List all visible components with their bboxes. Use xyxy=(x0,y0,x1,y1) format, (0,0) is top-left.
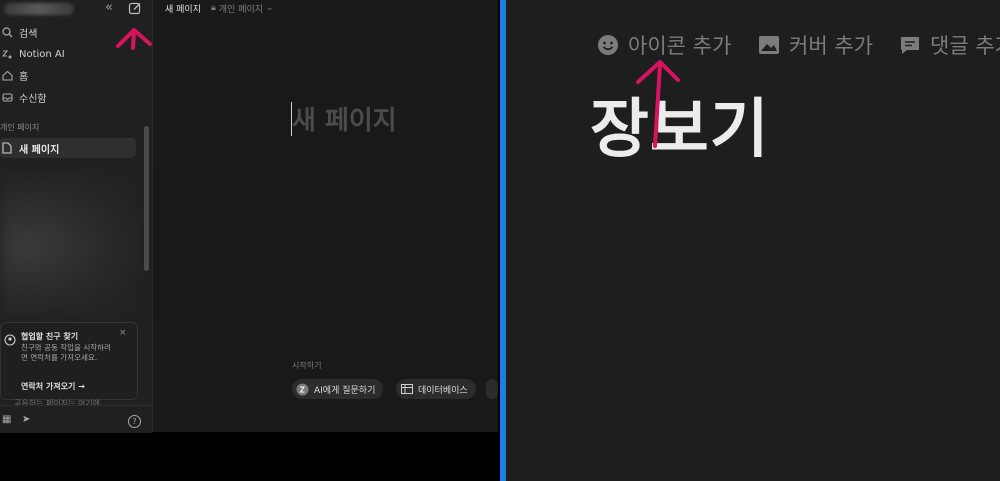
notion-window: « 검색 Notion AI 홈 수신함 개인 페이지 새 페이지 협업할 친구… xyxy=(0,0,498,433)
smiley-icon xyxy=(596,33,620,57)
sidebar-item-inbox[interactable]: 수신함 xyxy=(0,87,140,107)
get-started-label: 시작하기 xyxy=(292,361,322,370)
people-icon xyxy=(4,331,16,346)
sidebar-scrollbar[interactable] xyxy=(144,126,149,271)
search-icon xyxy=(0,25,14,39)
sidebar-footer: ▦ ➤ ? xyxy=(0,405,152,433)
sidebar-item-search[interactable]: 검색 xyxy=(0,22,140,42)
template-button-partial[interactable] xyxy=(486,379,498,399)
section-label-private: 개인 페이지 xyxy=(0,123,40,132)
send-icon[interactable]: ➤ xyxy=(22,414,34,426)
close-icon[interactable]: × xyxy=(119,328,127,338)
collapse-sidebar-icon[interactable]: « xyxy=(105,0,119,16)
workspace-name-blurred xyxy=(4,3,74,15)
database-button[interactable]: 데이터베이스 xyxy=(396,379,476,399)
sidebar-item-label: Notion AI xyxy=(19,48,65,60)
page-icon xyxy=(0,142,14,154)
sidebar-item-home[interactable]: 홈 xyxy=(0,65,140,85)
breadcrumb: 새 페이지 🔒︎ 개인 페이지 ⌄ xyxy=(165,0,274,16)
blurred-region xyxy=(0,170,140,320)
card-title: 협업할 친구 찾기 xyxy=(21,332,79,341)
sidebar: « 검색 Notion AI 홈 수신함 개인 페이지 새 페이지 협업할 친구… xyxy=(0,0,153,433)
arrow-right-icon: → xyxy=(78,382,85,391)
help-icon[interactable]: ? xyxy=(128,415,141,428)
add-icon-button[interactable]: 아이콘 추가 xyxy=(596,30,731,60)
lock-icon: 🔒︎ xyxy=(210,3,216,13)
page-title[interactable]: 장보기 xyxy=(590,78,770,170)
chevron-down-icon: ⌄ xyxy=(266,3,274,13)
notion-ai-icon xyxy=(296,383,309,396)
table-icon xyxy=(400,383,413,396)
notion-ai-icon xyxy=(0,47,14,61)
home-icon xyxy=(0,68,14,82)
add-cover-button[interactable]: 커버 추가 xyxy=(757,30,873,60)
breadcrumb-title[interactable]: 새 페이지 xyxy=(165,2,201,15)
sidebar-item-label: 새 페이지 xyxy=(19,144,60,156)
image-icon xyxy=(757,33,781,57)
sidebar-item-notion-ai[interactable]: Notion AI xyxy=(0,44,140,64)
sidebar-item-label: 검색 xyxy=(19,28,38,40)
import-contacts-link[interactable]: 연락처 가져오기 → xyxy=(21,381,85,392)
comment-icon xyxy=(898,33,922,57)
card-body: 친구와 공동 작업을 시작하려면 연락처를 가져오세요. xyxy=(21,343,111,362)
breadcrumb-location[interactable]: 🔒︎ 개인 페이지 ⌄ xyxy=(211,2,274,15)
add-comment-button[interactable]: 댓글 추가 xyxy=(898,30,1000,60)
ask-ai-button[interactable]: AI에게 질문하기 xyxy=(292,379,384,399)
page-title-input[interactable]: 새 페이지 xyxy=(292,100,397,137)
sidebar-item-new-page[interactable]: 새 페이지 xyxy=(0,138,136,158)
sidebar-item-label: 수신함 xyxy=(19,93,47,105)
invite-friends-card: 협업할 친구 찾기 친구와 공동 작업을 시작하려면 연락처를 가져오세요. 연… xyxy=(0,322,138,400)
zoomed-view: 아이콘 추가 커버 추가 댓글 추가 장보기 xyxy=(500,0,1000,481)
calendar-icon[interactable]: ▦ xyxy=(2,414,14,426)
highlight-border xyxy=(500,0,506,481)
new-page-icon[interactable] xyxy=(128,0,144,16)
workspace-switcher[interactable]: « xyxy=(0,0,152,18)
sidebar-item-label: 홈 xyxy=(19,71,29,83)
inbox-icon xyxy=(0,90,14,104)
